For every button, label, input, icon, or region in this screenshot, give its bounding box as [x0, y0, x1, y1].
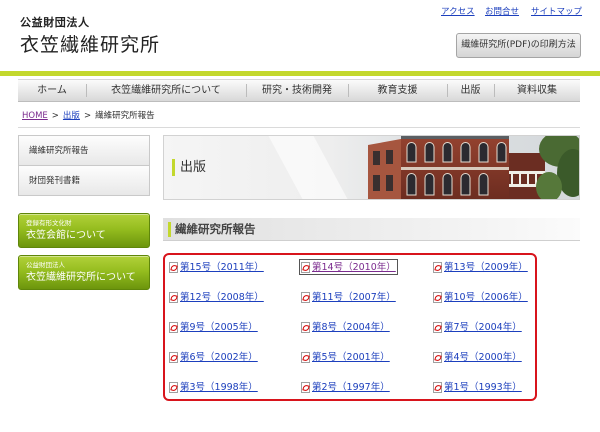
- report-link-issue-12[interactable]: 第12号（2008年）: [168, 290, 265, 304]
- report-label: 第5号（2001年）: [312, 351, 390, 363]
- report-label: 第10号（2006年）: [444, 291, 528, 303]
- pdf-icon: [169, 351, 178, 363]
- breadcrumb-divider: [18, 127, 580, 128]
- header-accent-line: [0, 71, 600, 76]
- report-link-issue-7[interactable]: 第7号（2004年）: [432, 320, 523, 334]
- breadcrumb-section-link[interactable]: 出版: [63, 111, 80, 121]
- nav-item-education[interactable]: 教育支援: [348, 80, 447, 101]
- breadcrumb: HOME > 出版 > 繊維研究所報告: [22, 110, 155, 122]
- pdf-icon: [301, 291, 310, 303]
- sidebar-item-books[interactable]: 財団発刊書籍: [18, 165, 150, 196]
- report-link-issue-2[interactable]: 第2号（1997年）: [300, 380, 391, 394]
- banner-title: 衣笠会館について: [26, 230, 106, 241]
- building-main-facade: [401, 135, 509, 200]
- pdf-icon: [169, 261, 178, 273]
- sidebar-menu: 繊維研究所報告 財団発刊書籍: [18, 135, 150, 196]
- sidebar-item-reports[interactable]: 繊維研究所報告: [18, 135, 150, 166]
- report-label: 第9号（2005年）: [180, 321, 258, 333]
- global-nav: ホーム 衣笠繊維研究所について 研究・技術開発 教育支援 出版 資料収集: [18, 79, 580, 102]
- section-heading: 繊維研究所報告: [163, 218, 580, 241]
- report-label: 第11号（2007年）: [312, 291, 396, 303]
- report-link-issue-8[interactable]: 第8号（2004年）: [300, 320, 391, 334]
- institute-about-banner[interactable]: 公益財団法人 衣笠繊維研究所について: [18, 255, 150, 290]
- breadcrumb-current: 繊維研究所報告: [95, 111, 155, 121]
- report-link-issue-5[interactable]: 第5号（2001年）: [300, 350, 391, 364]
- report-link-issue-1[interactable]: 第1号（1993年）: [432, 380, 523, 394]
- report-label: 第3号（1998年）: [180, 381, 258, 393]
- building-photo: [163, 135, 580, 200]
- access-link[interactable]: アクセス: [441, 6, 475, 18]
- report-link-issue-9[interactable]: 第9号（2005年）: [168, 320, 259, 334]
- pdf-icon: [301, 381, 310, 393]
- building-side-wing: [368, 139, 401, 200]
- banner-title: 衣笠繊維研究所について: [26, 272, 136, 283]
- report-label: 第7号（2004年）: [444, 321, 522, 333]
- pdf-icon: [433, 291, 442, 303]
- breadcrumb-separator: >: [83, 111, 92, 121]
- report-list-frame: 第15号（2011年） 第14号（2010年） 第13号（2009年） 第12号…: [163, 253, 537, 401]
- hero-title: 出版: [180, 160, 207, 175]
- report-link-issue-4[interactable]: 第4号（2000年）: [432, 350, 523, 364]
- logo-org-type: 公益財団法人: [20, 16, 90, 29]
- pdf-icon: [433, 321, 442, 333]
- pdf-icon: [169, 381, 178, 393]
- report-link-issue-11[interactable]: 第11号（2007年）: [300, 290, 397, 304]
- report-link-issue-3[interactable]: 第3号（1998年）: [168, 380, 259, 394]
- pdf-icon: [169, 291, 178, 303]
- pdf-icon: [433, 351, 442, 363]
- nav-item-publications[interactable]: 出版: [447, 80, 494, 101]
- logo-org-name: 衣笠繊維研究所: [20, 34, 161, 56]
- report-link-issue-13[interactable]: 第13号（2009年）: [432, 260, 529, 274]
- report-label: 第14号（2010年）: [312, 261, 396, 273]
- hero-accent-bar: [172, 159, 175, 176]
- site-logo[interactable]: 公益財団法人 衣笠繊維研究所: [20, 16, 160, 57]
- report-label: 第1号（1993年）: [444, 381, 522, 393]
- contact-link[interactable]: お問合せ: [485, 6, 519, 18]
- breadcrumb-home-link[interactable]: HOME: [22, 111, 48, 121]
- report-label: 第12号（2008年）: [180, 291, 264, 303]
- nav-item-about[interactable]: 衣笠繊維研究所について: [86, 80, 246, 101]
- section-title: 繊維研究所報告: [175, 222, 256, 236]
- pdf-icon: [169, 321, 178, 333]
- report-link-issue-15[interactable]: 第15号（2011年）: [168, 260, 265, 274]
- report-label: 第13号（2009年）: [444, 261, 528, 273]
- pdf-icon: [301, 351, 310, 363]
- report-link-issue-10[interactable]: 第10号（2006年）: [432, 290, 529, 304]
- pdf-icon: [301, 261, 310, 273]
- report-label: 第2号（1997年）: [312, 381, 390, 393]
- page-hero-banner: 出版: [163, 135, 580, 200]
- pdf-icon: [433, 261, 442, 273]
- breadcrumb-separator: >: [51, 111, 59, 121]
- nav-item-research[interactable]: 研究・技術開発: [246, 80, 348, 101]
- kinugasa-hall-banner[interactable]: 登録有形文化財 衣笠会館について: [18, 213, 150, 248]
- nav-item-home[interactable]: ホーム: [18, 80, 86, 101]
- nav-item-archives[interactable]: 資料収集: [494, 80, 580, 101]
- report-label: 第4号（2000年）: [444, 351, 522, 363]
- pdf-print-guide-button[interactable]: 繊維研究所(PDF)の印刷方法: [456, 33, 581, 58]
- report-label: 第6号（2002年）: [180, 351, 258, 363]
- report-link-issue-6[interactable]: 第6号（2002年）: [168, 350, 259, 364]
- report-label: 第8号（2004年）: [312, 321, 390, 333]
- report-link-issue-14[interactable]: 第14号（2010年）: [299, 259, 398, 275]
- section-accent-bar: [168, 222, 171, 237]
- report-label: 第15号（2011年）: [180, 261, 264, 273]
- banner-caption: 公益財団法人: [26, 261, 65, 269]
- sitemap-link[interactable]: サイトマップ: [531, 6, 582, 18]
- pdf-icon: [301, 321, 310, 333]
- pdf-icon: [433, 381, 442, 393]
- banner-caption: 登録有形文化財: [26, 219, 72, 227]
